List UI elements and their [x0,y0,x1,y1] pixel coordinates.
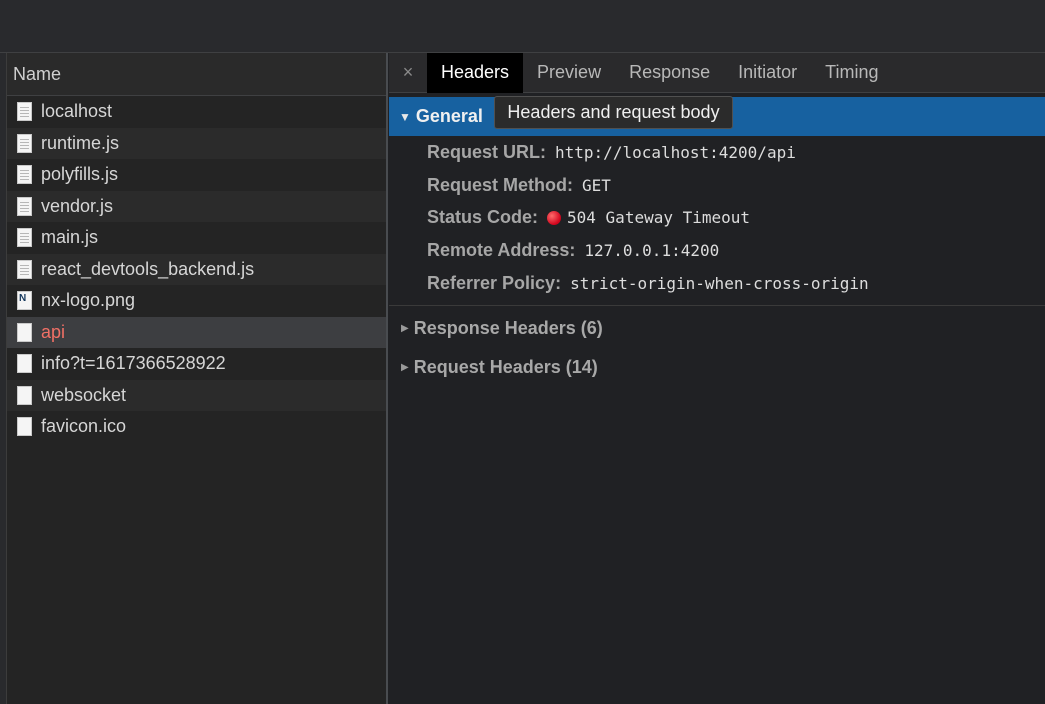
blank-icon [17,322,32,342]
request-name: websocket [41,384,127,405]
section-title: Response Headers (6) [413,317,603,338]
tab-response[interactable]: Response [615,53,724,93]
tab-preview[interactable]: Preview [523,53,615,93]
tab-headers[interactable]: Headers [427,52,524,93]
request-name: main.js [41,227,99,248]
general-field-row: Status Code: 504 Gateway Timeout [389,202,1045,235]
request-name: polyfills.js [41,164,119,185]
request-name: info?t=1617366528922 [41,353,226,374]
request-name: favicon.ico [41,416,127,437]
blank-icon [17,354,32,374]
doc-icon [17,133,32,153]
left-edge-strip [0,53,7,704]
doc-icon [17,196,32,216]
blank-icon [17,417,32,437]
section-header[interactable]: ▶ Response Headers (6) [389,313,1045,343]
request-name: react_devtools_backend.js [41,258,255,279]
request-rows: localhost runtime.js polyfills.js vendor.js… [7,96,386,443]
request-row[interactable]: react_devtools_backend.js [7,253,386,285]
general-title: General [415,106,483,126]
request-list-panel: Name localhost runtime.js polyfills.js vend… [7,53,388,704]
request-name: localhost [41,101,113,122]
request-row[interactable]: localhost [7,96,386,128]
field-key: Request URL: [427,141,547,162]
tab-initiator[interactable]: Initiator [724,53,811,93]
request-row[interactable]: api [7,316,386,348]
doc-icon [17,102,32,122]
field-key: Referrer Policy: [427,273,562,294]
triangle-right-icon: ▶ [401,322,409,334]
request-detail-panel: × Headers Preview Response Initiator Timing … [389,52,1045,704]
request-row[interactable]: websocket [7,379,386,411]
status-error-icon [547,210,562,225]
name-column-header: Name [13,63,62,84]
headers-tooltip: Headers and request body [494,96,733,129]
section-header[interactable]: ▶ Request Headers (14) [389,352,1045,382]
request-row[interactable]: info?t=1617366528922 [7,348,386,380]
triangle-right-icon: ▶ [401,361,409,373]
field-value[interactable]: strict-origin-when-cross-origin [570,274,869,293]
general-field-row: Request URL: http://localhost:4200/api [389,136,1045,169]
request-name: runtime.js [41,132,120,153]
detail-tabs: × Headers Preview Response Initiator Timing [389,52,1045,93]
close-icon[interactable]: × [389,62,427,83]
field-value[interactable]: http://localhost:4200/api [555,143,796,162]
general-field-row: Request Method: GET [389,169,1045,202]
request-name: api [41,321,66,342]
section-title: Request Headers (14) [413,356,598,377]
request-row[interactable]: nx-logo.png [7,285,386,317]
field-key: Request Method: [427,174,573,195]
field-value[interactable]: 127.0.0.1:4200 [584,241,719,260]
section-divider [389,305,1045,306]
general-field-row: Referrer Policy: strict-origin-when-cross… [389,267,1045,300]
triangle-down-icon: ▼ [399,109,411,124]
general-fields: Request URL: http://localhost:4200/api Req… [389,136,1045,300]
request-row[interactable]: vendor.js [7,190,386,222]
image-icon [17,291,32,311]
request-list-header[interactable]: Name [7,53,386,96]
field-key: Remote Address: [427,240,576,261]
request-row[interactable]: main.js [7,222,386,254]
field-value[interactable]: GET [582,176,611,195]
request-name: vendor.js [41,195,114,216]
field-value[interactable]: 504 Gateway Timeout [567,208,750,227]
doc-icon [17,259,32,279]
request-row[interactable]: favicon.ico [7,411,386,443]
tab-list: Headers Preview Response Initiator Timing [427,52,893,93]
window-top-bar [0,0,1045,53]
request-row[interactable]: polyfills.js [7,159,386,191]
request-name: nx-logo.png [41,290,136,311]
doc-icon [17,165,32,185]
doc-icon [17,228,32,248]
general-field-row: Remote Address: 127.0.0.1:4200 [389,234,1045,267]
field-key: Status Code: [427,207,539,228]
request-row[interactable]: runtime.js [7,127,386,159]
tab-timing[interactable]: Timing [811,53,892,93]
blank-icon [17,385,32,405]
